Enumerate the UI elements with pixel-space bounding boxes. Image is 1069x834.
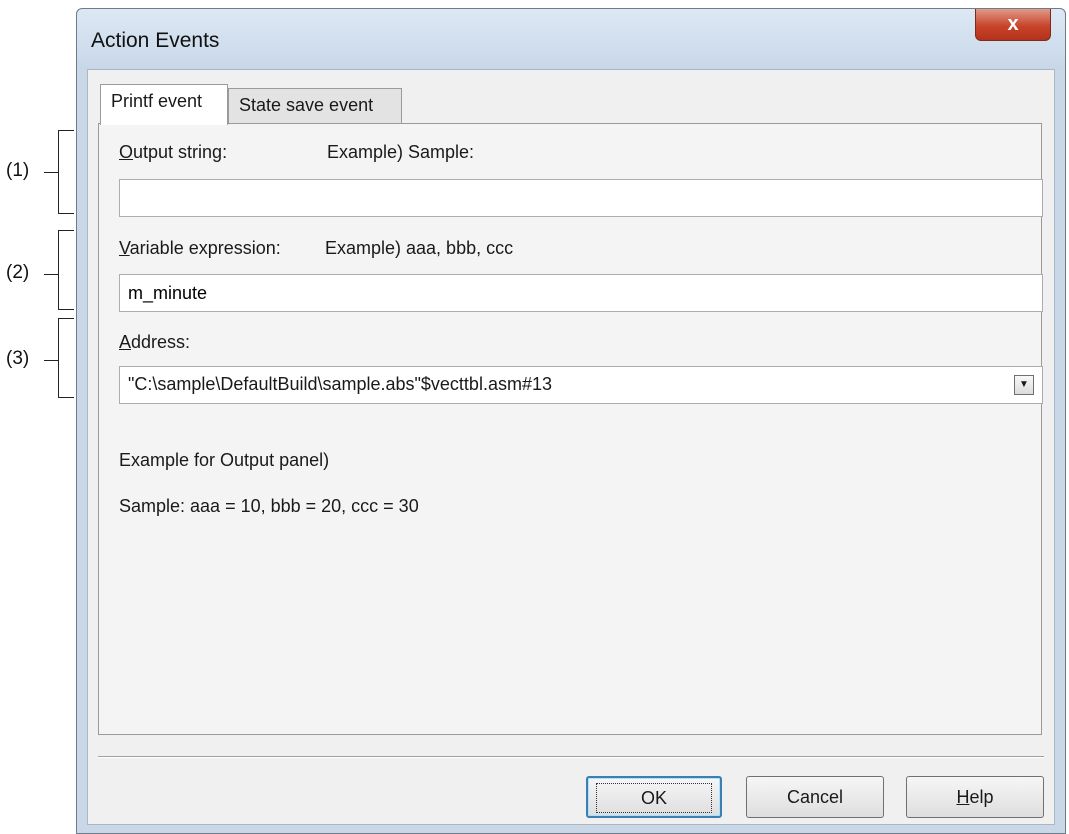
callout-label: (3) xyxy=(6,348,30,369)
action-events-dialog: Action Events x Printf event State save … xyxy=(76,8,1066,834)
output-example-title: Example for Output panel) xyxy=(119,450,330,470)
label-rest: ariable expression: xyxy=(129,238,281,258)
callout-1: (1) xyxy=(0,130,80,214)
callout-bracket xyxy=(58,230,74,310)
output-string-input[interactable] xyxy=(119,179,1043,217)
accesskey: H xyxy=(956,787,970,807)
chevron-down-icon[interactable]: ▼ xyxy=(1014,375,1034,395)
accesskey: V xyxy=(119,238,130,258)
tab-label: State save event xyxy=(239,95,374,115)
callout-tick xyxy=(44,360,58,361)
label-rest: ddress: xyxy=(131,332,191,352)
printf-event-panel: Output string: Example) Sample: Variable… xyxy=(98,123,1043,735)
variable-expression-label: Variable expression: xyxy=(119,238,281,259)
title-bar[interactable]: Action Events x xyxy=(77,9,1065,69)
address-label: Address: xyxy=(119,332,190,353)
tab-label: Printf event xyxy=(111,91,203,111)
ok-button[interactable]: OK xyxy=(586,776,722,818)
callout-label: (1) xyxy=(6,160,30,181)
label-rest: elp xyxy=(969,787,994,807)
output-string-label: Output string: xyxy=(119,142,227,163)
tab-printf-event[interactable]: Printf event xyxy=(100,84,228,125)
cancel-button[interactable]: Cancel xyxy=(746,776,884,818)
help-button[interactable]: Help xyxy=(906,776,1044,818)
address-value: "C:\sample\DefaultBuild\sample.abs"$vect… xyxy=(128,374,552,394)
variable-expression-example: Example) aaa, bbb, ccc xyxy=(325,238,514,258)
output-string-example: Example) Sample: xyxy=(327,142,475,162)
callout-3: (3) xyxy=(0,318,80,398)
callout-tick xyxy=(44,274,58,275)
accesskey: A xyxy=(119,332,132,352)
cancel-label: Cancel xyxy=(786,787,844,807)
label-rest: utput string: xyxy=(133,142,228,162)
close-button[interactable]: x xyxy=(975,9,1051,41)
callout-2: (2) xyxy=(0,230,80,310)
address-combobox[interactable]: "C:\sample\DefaultBuild\sample.abs"$vect… xyxy=(119,366,1043,404)
variable-expression-input[interactable] xyxy=(119,274,1043,312)
accesskey: O xyxy=(119,142,134,162)
divider xyxy=(98,756,1044,758)
window-title: Action Events xyxy=(91,29,220,52)
ok-label: OK xyxy=(595,783,713,813)
callout-label: (2) xyxy=(6,262,30,283)
callout-bracket xyxy=(58,130,74,214)
help-label: Help xyxy=(956,787,993,807)
callout-bracket xyxy=(58,318,74,398)
close-icon: x xyxy=(1007,13,1019,35)
dialog-body: Printf event State save event Output str… xyxy=(87,69,1055,825)
callout-tick xyxy=(44,172,58,173)
output-example-text: Sample: aaa = 10, bbb = 20, ccc = 30 xyxy=(119,496,419,516)
tab-state-save-event[interactable]: State save event xyxy=(228,88,402,124)
